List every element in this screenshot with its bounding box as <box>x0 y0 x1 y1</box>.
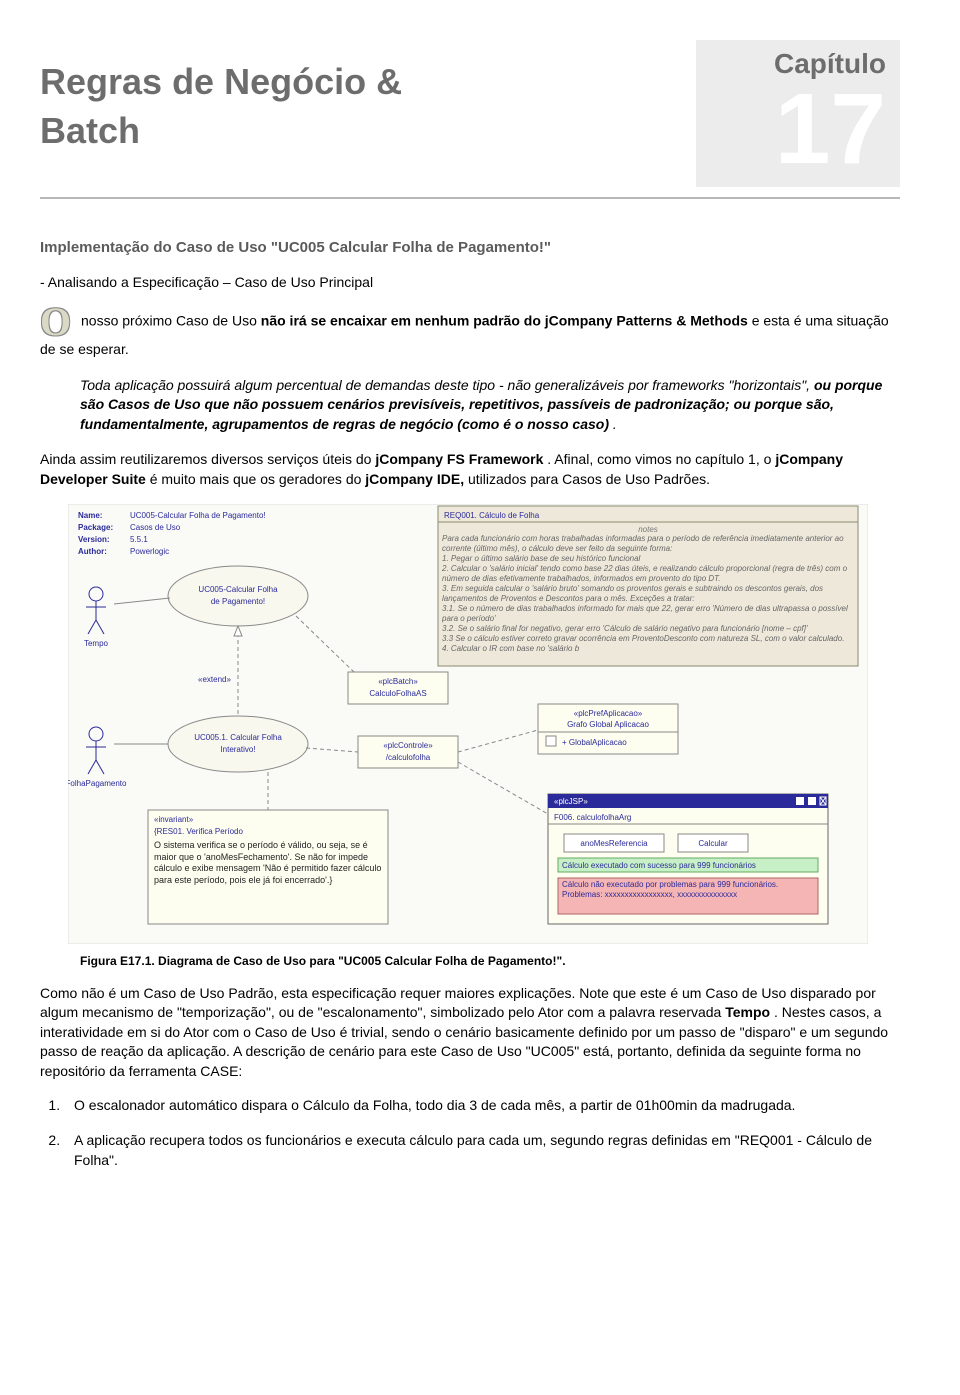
svg-text:Casos de Uso: Casos de Uso <box>130 523 181 532</box>
svg-text:UC005.1. Calcular Folha: UC005.1. Calcular Folha <box>194 733 282 742</box>
p2-b: jCompany FS Framework <box>375 451 543 467</box>
svg-text:«extend»: «extend» <box>198 675 231 684</box>
list-item: O escalonador automático dispara o Cálcu… <box>64 1096 900 1116</box>
italic-c: . <box>613 416 617 432</box>
svg-text:«invariant»: «invariant» <box>154 815 194 824</box>
svg-text:{RES01. Verifica Período: {RES01. Verifica Período <box>154 827 243 836</box>
intro-bold: não irá se encaixar em nenhum padrão do … <box>261 313 748 329</box>
svg-text:/calculofolha: /calculofolha <box>386 753 431 762</box>
dropcap: O <box>40 304 71 340</box>
svg-text:UC005-Calcular Folha de Pagame: UC005-Calcular Folha de Pagamento! <box>130 511 266 520</box>
svg-text:Name:: Name: <box>78 511 102 520</box>
svg-text:«plcControle»: «plcControle» <box>383 741 433 750</box>
svg-text:«plcPrefAplicacao»: «plcPrefAplicacao» <box>574 709 643 718</box>
title-line-1: Regras de Negócio & <box>40 60 402 103</box>
p2-g: utilizados para Casos de Uso Padrões. <box>468 471 710 487</box>
svg-text:Cálculo executado com sucesso: Cálculo executado com sucesso para 999 f… <box>562 861 756 870</box>
intro-paragraph: O nosso próximo Caso de Uso não irá se e… <box>40 304 900 360</box>
scenario-list: O escalonador automático dispara o Cálcu… <box>64 1096 900 1171</box>
italic-a: Toda aplicação possuirá algum percentual… <box>80 377 814 393</box>
svg-text:5.5.1: 5.5.1 <box>130 535 148 544</box>
use-case-diagram: Name: UC005-Calcular Folha de Pagamento!… <box>68 504 900 944</box>
title-line-2: Batch <box>40 109 402 152</box>
svg-text:Grafo Global Aplicacao: Grafo Global Aplicacao <box>567 720 649 729</box>
page-header: Regras de Negócio & Batch Capítulo 17 <box>40 40 900 187</box>
svg-text:Version:: Version: <box>78 535 110 544</box>
p2-e: é muito mais que os geradores do <box>150 471 366 487</box>
p2-c: . Afinal, como vimos no capítulo 1, o <box>547 451 775 467</box>
list-item: A aplicação recupera todos os funcionári… <box>64 1131 900 1170</box>
p2-f: jCompany IDE, <box>365 471 464 487</box>
header-rule <box>40 197 900 199</box>
svg-text:anoMesReferencia: anoMesReferencia <box>580 839 648 848</box>
title-block: Regras de Negócio & Batch <box>40 40 402 158</box>
svg-text:REQ001. Cálculo de Folha: REQ001. Cálculo de Folha <box>444 511 540 520</box>
svg-text:UC005-Calcular Folha: UC005-Calcular Folha <box>198 585 278 594</box>
chapter-box: Capítulo 17 <box>696 40 900 187</box>
paragraph-3: Como não é um Caso de Uso Padrão, esta e… <box>40 984 900 1082</box>
figure-caption: Figura E17.1. Diagrama de Caso de Uso pa… <box>80 954 900 968</box>
svg-text:+ GlobalAplicacao: + GlobalAplicacao <box>562 738 627 747</box>
paragraph-2: Ainda assim reutilizaremos diversos serv… <box>40 450 900 489</box>
svg-text:Powerlogic: Powerlogic <box>130 547 169 556</box>
svg-text:Calcular: Calcular <box>698 839 728 848</box>
svg-text:notes: notes <box>638 525 658 534</box>
svg-text:Package:: Package: <box>78 523 113 532</box>
svg-text:Tempo: Tempo <box>84 639 109 648</box>
chapter-number: 17 <box>726 82 886 177</box>
svg-text:Author:: Author: <box>78 547 107 556</box>
italic-paragraph: Toda aplicação possuirá algum percentual… <box>80 376 900 435</box>
svg-text:FolhaPagamento: FolhaPagamento <box>68 779 127 788</box>
svg-text:CalculoFolhaAS: CalculoFolhaAS <box>369 689 426 698</box>
svg-text:F006. calculofolhaArg: F006. calculofolhaArg <box>554 813 631 822</box>
p2-a: Ainda assim reutilizaremos diversos serv… <box>40 451 375 467</box>
svg-text:Interativo!: Interativo! <box>220 745 255 754</box>
svg-text:«plcJSP»: «plcJSP» <box>554 797 588 806</box>
intro-text-1: nosso próximo Caso de Uso <box>81 313 261 329</box>
p3-b: Tempo <box>725 1004 770 1020</box>
svg-text:«plcBatch»: «plcBatch» <box>378 677 418 686</box>
svg-text:de Pagamento!: de Pagamento! <box>211 597 265 606</box>
sub-heading: - Analisando a Especificação – Caso de U… <box>40 274 900 290</box>
section-heading: Implementação do Caso de Uso "UC005 Calc… <box>40 239 900 256</box>
